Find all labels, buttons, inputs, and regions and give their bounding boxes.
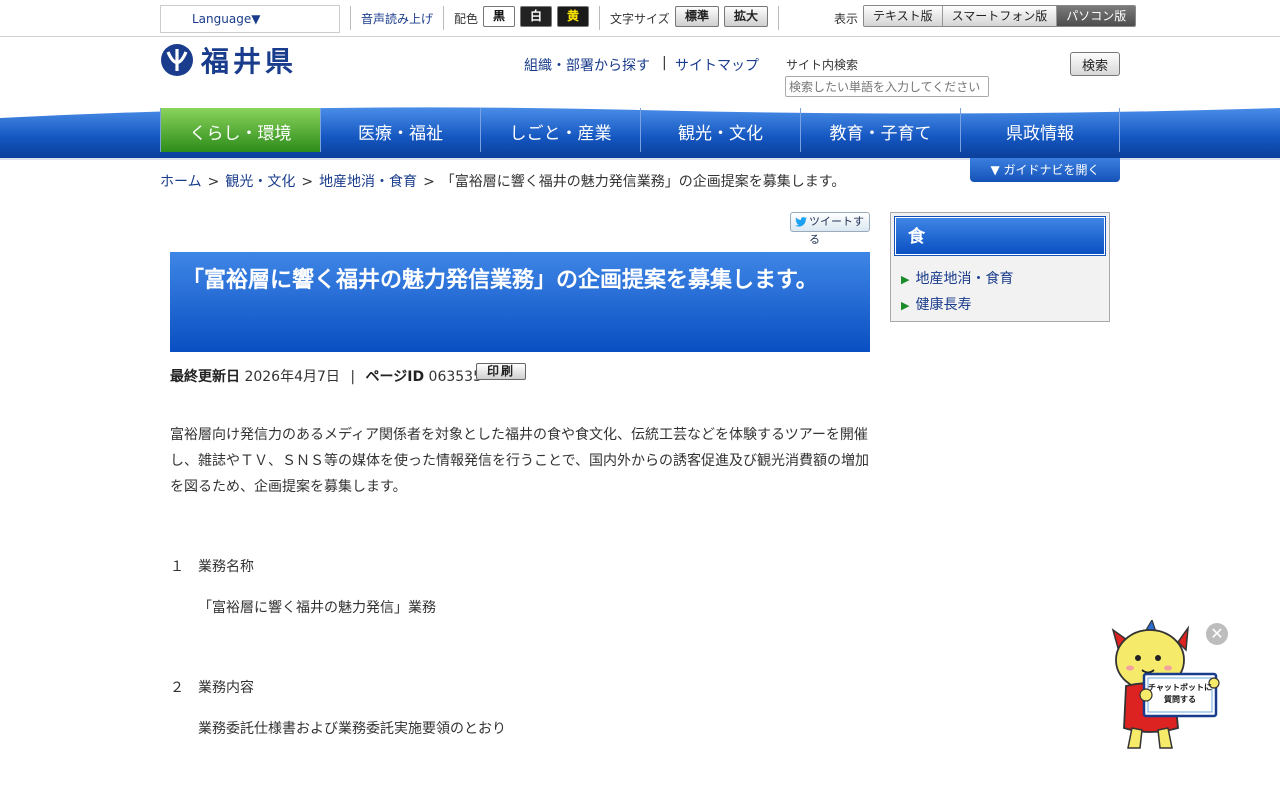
updated-label: 最終更新日	[170, 369, 240, 385]
sidebar-heading: 食	[894, 216, 1106, 256]
chatbot-close-icon[interactable]: ✕	[1206, 623, 1228, 645]
breadcrumb-current: 「富裕層に響く福井の魅力発信業務」の企画提案を募集します。	[440, 174, 846, 190]
section1-body: 「富裕層に響く福井の魅力発信」業務	[198, 600, 436, 616]
breadcrumb-separator: >	[207, 174, 220, 190]
global-nav: くらし・環境 医療・福祉 しごと・産業 観光・文化 教育・子育て 県政情報	[160, 108, 1120, 152]
font-standard-button[interactable]: 標準	[675, 6, 719, 27]
divider	[350, 6, 351, 30]
display-label: 表示	[834, 12, 859, 26]
guide-nav-button[interactable]: ▼ ガイドナビを開く	[970, 158, 1120, 182]
display-mode-switch: テキスト版 スマートフォン版 パソコン版	[863, 5, 1137, 27]
section2-body: 業務委託仕様書および業務委託実施要領のとおり	[198, 721, 506, 737]
triangle-right-icon: ▶	[901, 273, 910, 286]
sidebar-item-local-food[interactable]: ▶ 地産地消・食育	[901, 268, 1013, 288]
prefecture-emblem-icon	[161, 44, 193, 76]
color-yellow-button[interactable]: 黄	[557, 6, 589, 27]
tweet-label: ツイートする	[809, 215, 864, 246]
language-select[interactable]: Language▼	[160, 5, 340, 33]
chatbot-label-line2: 質問する	[1164, 695, 1196, 704]
page-id-label: ページID	[365, 369, 425, 385]
page-id-value: 063535	[428, 369, 482, 385]
search-button[interactable]: 検索	[1070, 52, 1120, 76]
meta-divider: |	[350, 369, 356, 385]
font-size-label: 文字サイズ	[610, 12, 670, 26]
nav-item-living-environment[interactable]: くらし・環境	[160, 108, 320, 152]
print-button[interactable]: 印刷	[476, 363, 526, 380]
nav-item-education-childcare[interactable]: 教育・子育て	[800, 108, 960, 152]
triangle-right-icon: ▶	[901, 299, 910, 312]
sidebar-category: 食 ▶ 地産地消・食育 ▶ 健康長寿	[890, 212, 1110, 322]
breadcrumb-tourism-culture[interactable]: 観光・文化	[225, 174, 295, 190]
utility-bar: Language▼ 音声読み上げ 配色 黒 白 黄 文字サイズ 標準 拡大 表示…	[0, 0, 1280, 37]
nav-item-work-industry[interactable]: しごと・産業	[480, 108, 640, 152]
page-title: 「富裕層に響く福井の魅力発信業務」の企画提案を募集します。	[170, 252, 870, 352]
color-black-button[interactable]: 黒	[483, 6, 515, 27]
color-white-button[interactable]: 白	[520, 6, 552, 27]
sitemap-link[interactable]: サイトマップ	[675, 55, 759, 75]
sidebar-item-healthy-longevity[interactable]: ▶ 健康長寿	[901, 294, 971, 314]
breadcrumb-separator: >	[301, 174, 314, 190]
twitter-bird-icon	[795, 217, 807, 227]
display-text-button[interactable]: テキスト版	[864, 6, 943, 26]
org-search-link[interactable]: 組織・部署から探す	[524, 55, 650, 75]
chatbot-widget[interactable]: チャットボットに 質問する	[1108, 618, 1223, 755]
sidebar-item-label: 健康長寿	[915, 297, 972, 313]
divider	[599, 6, 600, 30]
color-scheme-label: 配色	[454, 12, 479, 26]
intro-paragraph: 富裕層向け発信力のあるメディア関係者を対象とした福井の食や食文化、伝統工芸などを…	[170, 427, 870, 495]
breadcrumb: ホーム > 観光・文化 > 地産地消・食育 > 「富裕層に響く福井の魅力発信業務」の企画提案…	[160, 171, 845, 191]
voice-reader-link[interactable]: 音声読み上げ	[361, 10, 433, 27]
search-label: サイト内検索	[786, 58, 859, 72]
divider	[443, 6, 444, 30]
site-logo[interactable]: 福井県	[160, 42, 297, 78]
breadcrumb-separator: >	[423, 174, 435, 190]
chatbot-label: チャットボットに 質問する	[1148, 682, 1212, 706]
header-divider: |	[662, 55, 667, 71]
section2-heading: ２ 業務内容	[170, 680, 254, 696]
logo-text: 福井県	[201, 45, 298, 78]
page-meta: 最終更新日 2026年4月7日 | ページID 063535	[170, 366, 482, 386]
nav-item-prefectural-info[interactable]: 県政情報	[960, 108, 1120, 152]
breadcrumb-local-food[interactable]: 地産地消・食育	[319, 174, 417, 190]
section1-heading: １ 業務名称	[170, 559, 254, 575]
nav-item-medical-welfare[interactable]: 医療・福祉	[320, 108, 480, 152]
sidebar-item-label: 地産地消・食育	[915, 271, 1014, 287]
updated-date: 2026年4月7日	[244, 369, 340, 385]
display-smartphone-button[interactable]: スマートフォン版	[942, 6, 1058, 26]
font-large-button[interactable]: 拡大	[724, 6, 768, 27]
display-pc-button[interactable]: パソコン版	[1057, 6, 1136, 26]
nav-item-tourism-culture[interactable]: 観光・文化	[640, 108, 800, 152]
chatbot-label-line1: チャットボットに	[1148, 683, 1212, 692]
breadcrumb-home[interactable]: ホーム	[160, 174, 202, 190]
search-input[interactable]	[785, 76, 989, 97]
tweet-button[interactable]: ツイートする	[790, 212, 870, 246]
divider	[778, 6, 779, 30]
